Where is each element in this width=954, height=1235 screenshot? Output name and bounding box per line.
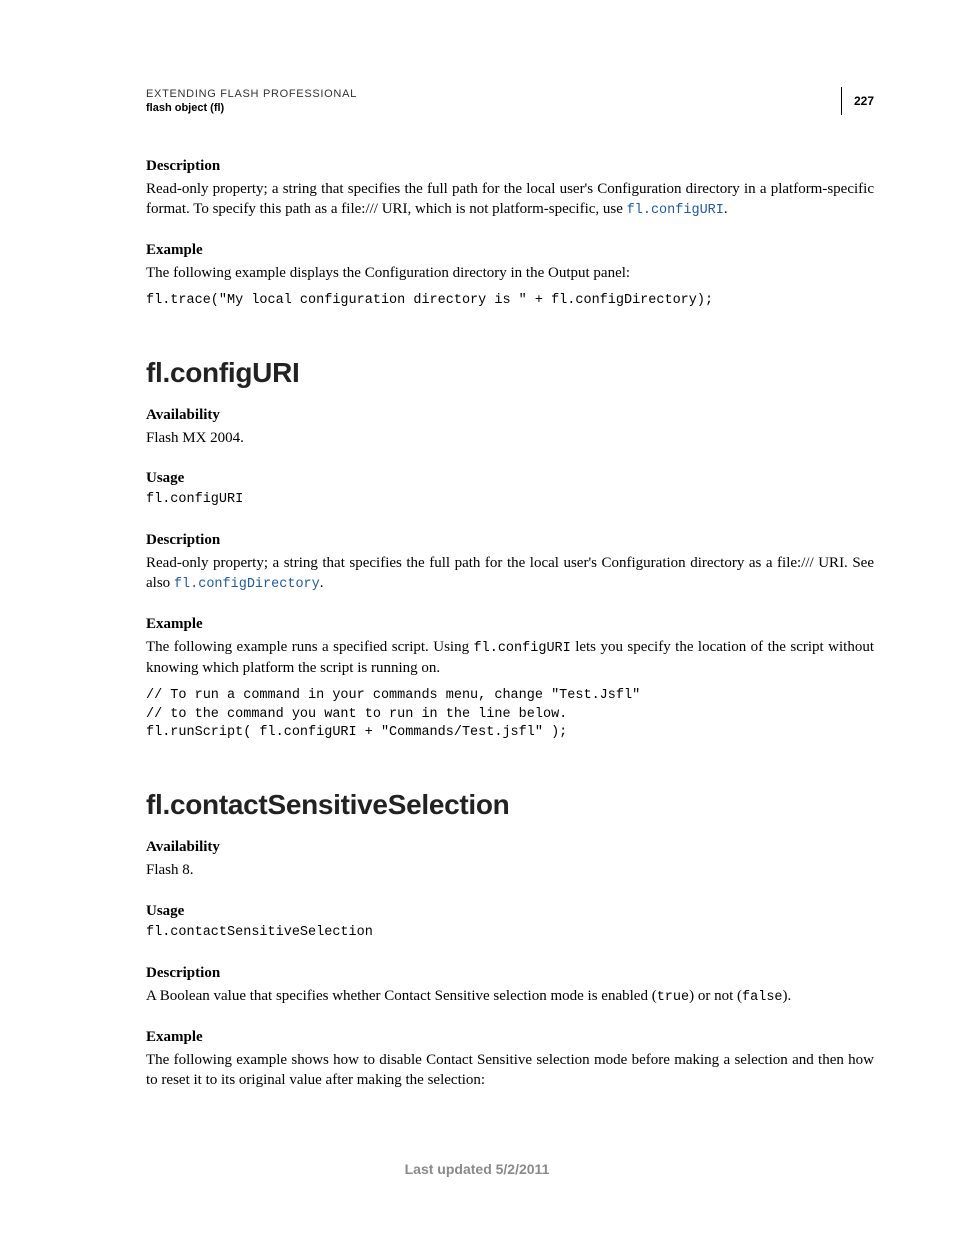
code-block: fl.trace("My local configuration directo…	[146, 292, 874, 311]
description-text-part1: A Boolean value that specifies whether C…	[146, 988, 657, 1004]
usage-heading: Usage	[146, 903, 874, 920]
description-text: Read-only property; a string that specif…	[146, 553, 874, 594]
description-heading: Description	[146, 158, 874, 175]
description-text-part2: .	[320, 575, 324, 591]
description-heading: Description	[146, 532, 874, 549]
example-text: The following example shows how to disab…	[146, 1050, 874, 1091]
example-text: The following example displays the Confi…	[146, 263, 874, 283]
example-heading: Example	[146, 1029, 874, 1046]
running-header: EXTENDING FLASH PROFESSIONAL flash objec…	[146, 87, 874, 119]
description-text: A Boolean value that specifies whether C…	[146, 986, 874, 1007]
example-heading: Example	[146, 242, 874, 259]
running-subtitle: flash object (fl)	[146, 101, 874, 115]
inline-code: fl.configURI	[474, 641, 571, 656]
code-block: // To run a command in your commands men…	[146, 687, 874, 744]
availability-text: Flash 8.	[146, 860, 874, 880]
description-text-part2: .	[724, 201, 728, 217]
page: EXTENDING FLASH PROFESSIONAL flash objec…	[0, 0, 954, 1235]
section-title-configuri: fl.configURI	[146, 357, 874, 389]
description-text-part3: ).	[783, 988, 792, 1004]
example-text: The following example runs a specified s…	[146, 637, 874, 678]
config-uri-link[interactable]: fl.configURI	[627, 203, 724, 218]
description-text: Read-only property; a string that specif…	[146, 179, 874, 220]
content-area: Description Read-only property; a string…	[146, 158, 874, 1092]
availability-heading: Availability	[146, 839, 874, 856]
page-number: 227	[841, 87, 874, 115]
description-text-part2: ) or not (	[689, 988, 742, 1004]
inline-code-false: false	[742, 990, 783, 1005]
footer-updated: Last updated 5/2/2011	[0, 1161, 954, 1177]
section-title-contactsensitive: fl.contactSensitiveSelection	[146, 789, 874, 821]
running-title: EXTENDING FLASH PROFESSIONAL	[146, 87, 874, 101]
usage-heading: Usage	[146, 470, 874, 487]
description-heading: Description	[146, 965, 874, 982]
example-text-part1: The following example runs a specified s…	[146, 639, 474, 655]
example-heading: Example	[146, 616, 874, 633]
description-text-part1: Read-only property; a string that specif…	[146, 181, 874, 217]
config-directory-link[interactable]: fl.configDirectory	[174, 577, 320, 592]
inline-code-true: true	[657, 990, 689, 1005]
usage-code: fl.configURI	[146, 491, 874, 510]
availability-heading: Availability	[146, 407, 874, 424]
availability-text: Flash MX 2004.	[146, 428, 874, 448]
usage-code: fl.contactSensitiveSelection	[146, 924, 874, 943]
